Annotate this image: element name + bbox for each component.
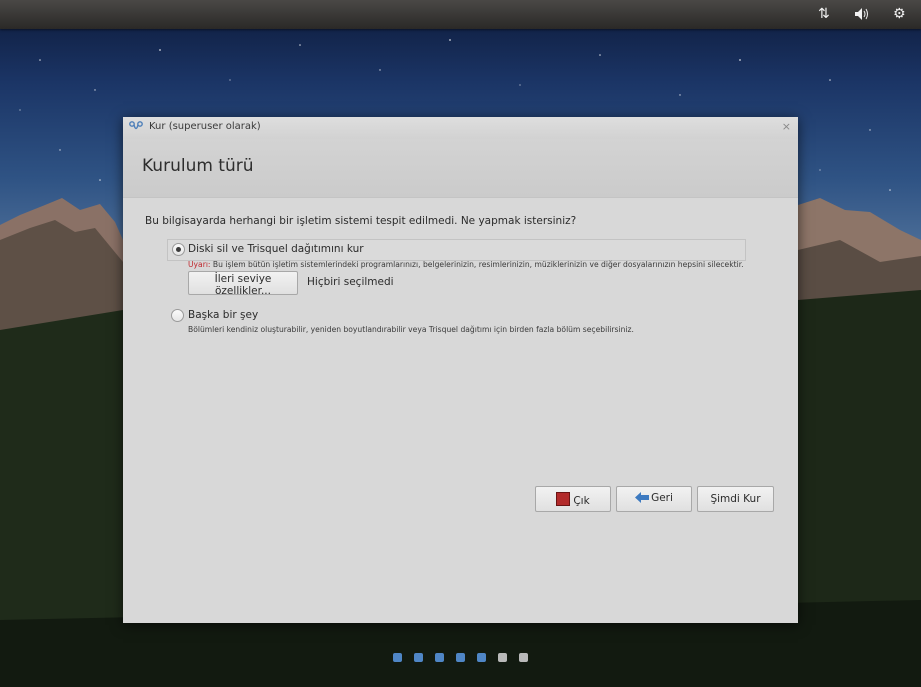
page-title: Kurulum türü [142,156,254,176]
erase-warning: Uyarı: Bu işlem bütün işletim sistemleri… [188,260,744,269]
radio-erase-disk[interactable] [172,243,185,256]
quit-icon [556,491,571,506]
gear-icon[interactable]: ⚙ [893,6,906,22]
option-erase-disk-label: Diski sil ve Trisquel dağıtımını kur [188,243,364,255]
progress-dot-6 [498,653,507,662]
advanced-features-button[interactable]: İleri seviye özellikler... [188,271,298,297]
progress-dot-3 [435,653,444,662]
window-title: Kur (superuser olarak) [149,121,261,132]
something-else-description: Bölümleri kendiniz oluşturabilir, yenide… [188,325,634,334]
installer-app-icon [129,121,143,136]
back-button[interactable]: Geri [616,486,692,512]
warning-prefix: Uyarı: [188,260,211,269]
install-now-button[interactable]: Şimdi Kur [697,486,774,512]
content-area: Bu bilgisayarda herhangi bir işletim sis… [123,198,798,662]
option-something-else-label[interactable]: Başka bir şey [188,309,258,321]
back-label: Geri [651,492,673,504]
quit-label: Çık [573,494,590,507]
progress-dot-7 [519,653,528,662]
back-arrow-icon [635,492,650,506]
advanced-status: Hiçbiri seçilmedi [307,276,394,288]
progress-dot-5 [477,653,486,662]
page-header: Kurulum türü [123,139,798,198]
question-text: Bu bilgisayarda herhangi bir işletim sis… [145,215,577,227]
top-panel: ⇅ ⚙ [0,0,921,29]
network-updown-icon[interactable]: ⇅ [818,6,830,22]
progress-dot-2 [414,653,423,662]
warning-text: Bu işlem bütün işletim sistemlerindeki p… [210,260,744,269]
radio-something-else[interactable] [171,309,184,322]
window-titlebar[interactable]: Kur (superuser olarak) × [123,117,798,139]
progress-dot-1 [393,653,402,662]
close-icon[interactable]: × [782,120,791,133]
installer-window: Kur (superuser olarak) × Kurulum türü Bu… [123,117,798,662]
progress-dot-4 [456,653,465,662]
speaker-icon[interactable] [853,6,871,26]
quit-button[interactable]: Çık [535,486,611,512]
option-erase-disk[interactable]: Diski sil ve Trisquel dağıtımını kur [167,239,746,261]
